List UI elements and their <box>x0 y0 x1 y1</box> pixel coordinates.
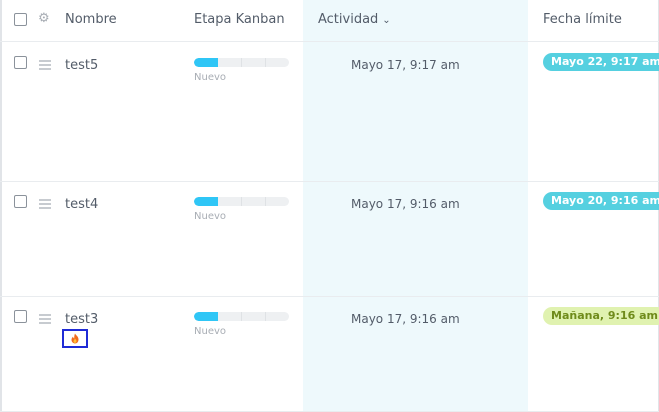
table-row[interactable]: test3 Nuevo Mayo 17, 9:16 am Mañana, 9:1… <box>0 296 659 412</box>
deadline-badge[interactable]: Mañana, 9:16 am <box>543 307 659 325</box>
fire-icon[interactable] <box>62 329 88 348</box>
column-header-activity[interactable]: Actividad ⌄ <box>318 12 391 27</box>
activity-date: Mayo 17, 9:17 am <box>351 58 460 72</box>
gear-icon[interactable]: ⚙ <box>38 12 50 25</box>
deadline-badge[interactable]: Mayo 20, 9:16 am <box>543 192 659 210</box>
select-all-checkbox[interactable] <box>14 13 27 26</box>
column-header-deadline[interactable]: Fecha límite <box>543 12 622 27</box>
row-name[interactable]: test3 <box>65 312 98 327</box>
kanban-stage-bar[interactable] <box>194 58 289 67</box>
kanban-stage-label: Nuevo <box>194 326 227 337</box>
row-checkbox[interactable] <box>14 310 27 323</box>
row-name[interactable]: test5 <box>65 58 98 73</box>
row-checkbox[interactable] <box>14 195 27 208</box>
kanban-stage-fill <box>194 312 218 321</box>
drag-handle-icon[interactable] <box>39 199 51 211</box>
kanban-stage-label: Nuevo <box>194 72 227 83</box>
deadline-badge[interactable]: Mayo 22, 9:17 am <box>543 53 659 71</box>
chevron-down-icon: ⌄ <box>382 15 391 26</box>
kanban-stage-label: Nuevo <box>194 211 227 222</box>
activity-date: Mayo 17, 9:16 am <box>351 312 460 326</box>
kanban-stage-fill <box>194 197 218 206</box>
table-row[interactable]: test4 Nuevo Mayo 17, 9:16 am Mayo 20, 9:… <box>0 181 659 297</box>
row-checkbox[interactable] <box>14 56 27 69</box>
activity-date: Mayo 17, 9:16 am <box>351 197 460 211</box>
table-row[interactable]: test5 Nuevo Mayo 17, 9:17 am Mayo 22, 9:… <box>0 42 659 182</box>
grid-header: ⚙ Nombre Etapa Kanban Actividad ⌄ Fecha l… <box>0 0 659 42</box>
column-header-activity-label: Actividad <box>318 12 379 27</box>
drag-handle-icon[interactable] <box>39 60 51 72</box>
kanban-stage-fill <box>194 58 218 67</box>
row-name[interactable]: test4 <box>65 197 98 212</box>
kanban-stage-bar[interactable] <box>194 312 289 321</box>
column-header-name[interactable]: Nombre <box>65 12 117 27</box>
kanban-stage-bar[interactable] <box>194 197 289 206</box>
drag-handle-icon[interactable] <box>39 314 51 326</box>
column-header-kanban-stage[interactable]: Etapa Kanban <box>194 12 285 27</box>
